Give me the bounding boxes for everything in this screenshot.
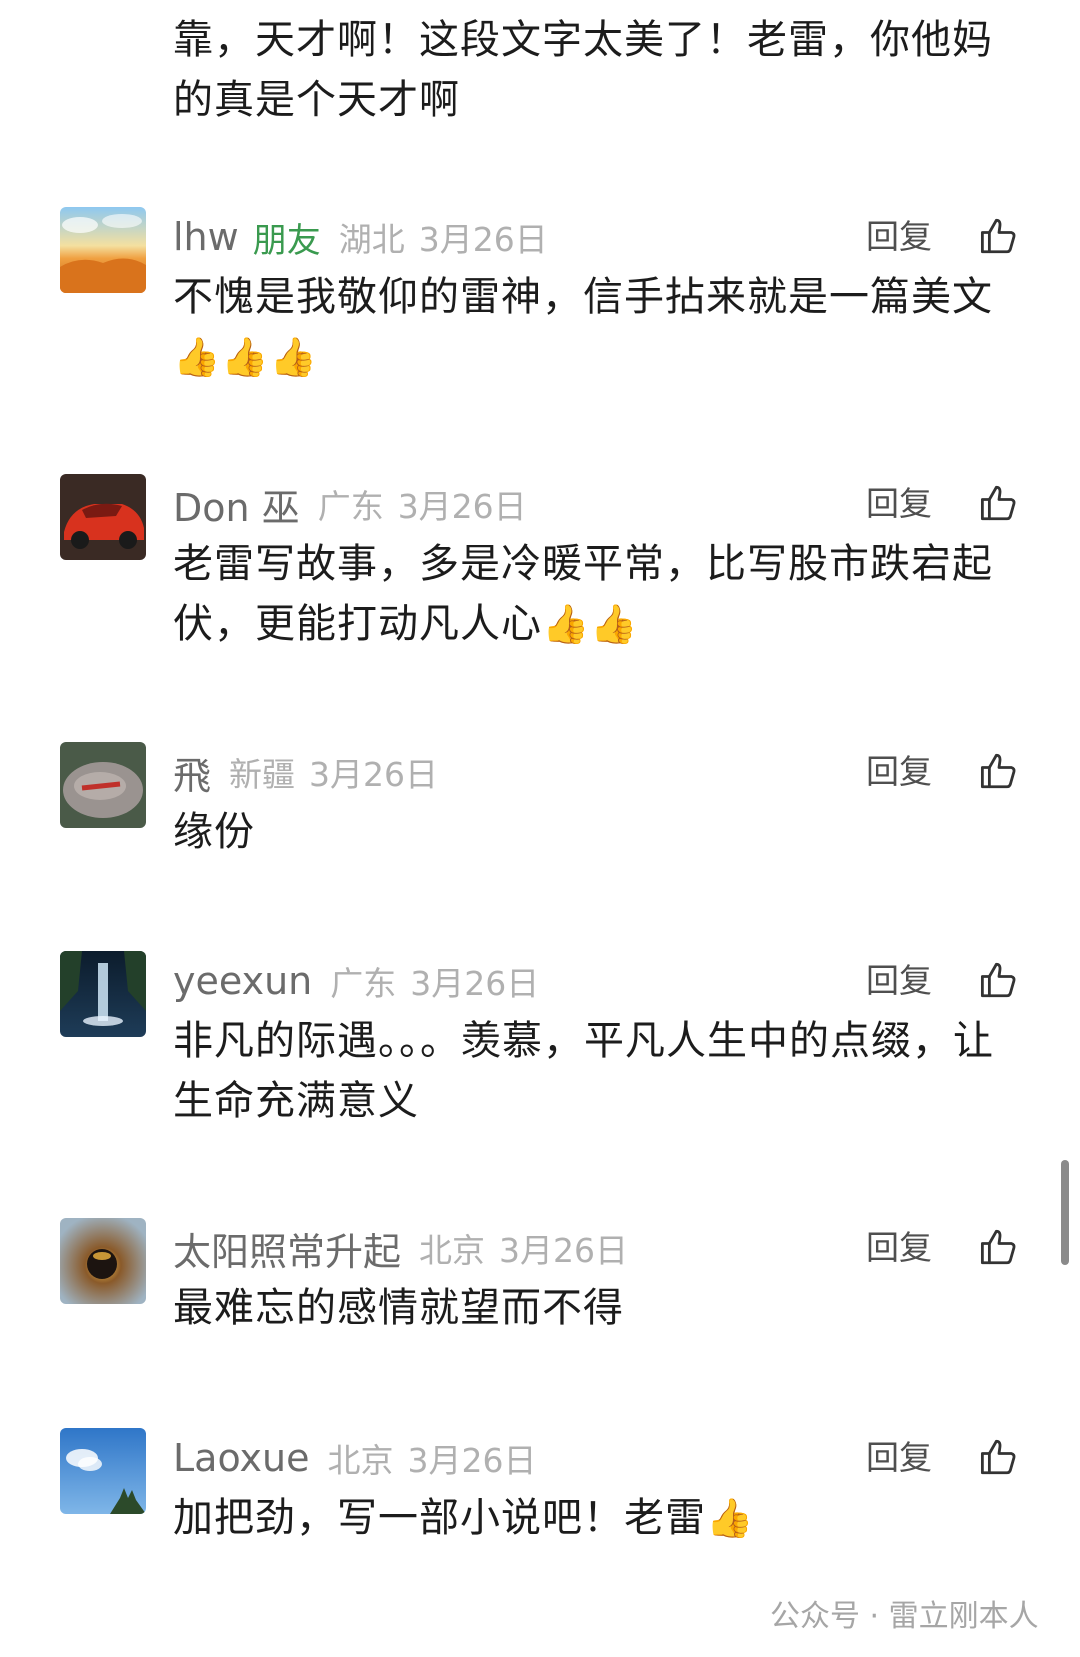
- like-button[interactable]: [978, 1226, 1020, 1268]
- like-button[interactable]: [978, 750, 1020, 792]
- avatar[interactable]: [60, 207, 146, 293]
- avatar[interactable]: [60, 742, 146, 828]
- like-button[interactable]: [978, 482, 1020, 524]
- comment-meta: yeexun 广东 3月26日: [173, 951, 539, 1011]
- reply-button[interactable]: 回复: [866, 742, 932, 802]
- reply-button[interactable]: 回复: [866, 1428, 932, 1488]
- thumbs-up-icon: [980, 485, 1016, 521]
- like-button[interactable]: [978, 959, 1020, 1001]
- comment-meta: Don 巫 广东 3月26日: [173, 474, 527, 534]
- comment-date: 3月26日: [499, 1231, 629, 1270]
- friend-tag: 朋友: [252, 220, 321, 261]
- waterfall-avatar: [60, 951, 146, 1037]
- comment-meta: Laoxue 北京 3月26日: [173, 1428, 537, 1488]
- reply-button[interactable]: 回复: [866, 1218, 932, 1278]
- like-button[interactable]: [978, 215, 1020, 257]
- avatar[interactable]: [60, 474, 146, 560]
- comment-body-text: 缘份: [173, 809, 255, 855]
- thumbs-up-icon: [980, 962, 1016, 998]
- thumbs-up-icon: [980, 1229, 1016, 1265]
- avatar[interactable]: [60, 1428, 146, 1514]
- comment-text: 缘份: [173, 802, 1003, 862]
- reply-button[interactable]: 回复: [866, 207, 932, 267]
- comment-meta: 太阳照常升起 北京 3月26日: [173, 1218, 628, 1278]
- comment-location: 新疆: [229, 755, 296, 794]
- avatar[interactable]: [60, 951, 146, 1037]
- comment-text: 最难忘的感情就望而不得: [173, 1278, 1003, 1338]
- comment-location: 广东: [317, 487, 384, 526]
- previous-comment-text: 靠，天才啊！这段文字太美了！老雷，你他妈的真是个天才啊: [173, 17, 993, 123]
- sky-avatar: [60, 1428, 146, 1514]
- comment-location: 北京: [327, 1441, 394, 1480]
- watermark: 公众号 · 雷立刚本人: [770, 1599, 1039, 1634]
- comment-location: 北京: [419, 1231, 486, 1270]
- red-car-avatar: [60, 474, 146, 560]
- comment-location: 湖北: [338, 220, 405, 259]
- commenter-name[interactable]: Don 巫: [173, 477, 300, 532]
- comment-meta: lhw 朋友 湖北 3月26日: [173, 207, 548, 267]
- comment-text: 非凡的际遇。。。羡慕，平凡人生中的点缀，让生命充满意义: [173, 1011, 1003, 1131]
- comment-meta: 飛 新疆 3月26日: [173, 742, 438, 802]
- comment-body-text: 不愧是我敬仰的雷神，信手拈来就是一篇美文: [173, 274, 993, 320]
- comment-date: 3月26日: [397, 487, 527, 526]
- comment-text: 老雷写故事，多是冷暖平常，比写股市跌宕起伏，更能打动凡人心👍👍: [173, 534, 1003, 654]
- reply-button[interactable]: 回复: [866, 951, 932, 1011]
- thumbs-emoji: 👍👍👍: [173, 335, 318, 379]
- thumbs-up-icon: [980, 1439, 1016, 1475]
- sun-avatar: [60, 1218, 146, 1304]
- reply-button[interactable]: 回复: [866, 474, 932, 534]
- commenter-name[interactable]: lhw: [173, 215, 239, 259]
- thumbs-emoji: 👍: [706, 1496, 755, 1540]
- wheat-field-avatar: [60, 207, 146, 293]
- comment-date: 3月26日: [410, 964, 540, 1003]
- thumbs-up-icon: [980, 218, 1016, 254]
- avatar[interactable]: [60, 1218, 146, 1304]
- scrollbar[interactable]: [1061, 1160, 1069, 1265]
- thumbs-up-icon: [980, 753, 1016, 789]
- comment-location: 广东: [330, 964, 397, 1003]
- commenter-name[interactable]: Laoxue: [173, 1436, 310, 1480]
- thumbs-emoji: 👍👍: [542, 602, 639, 646]
- commenter-name[interactable]: 飛: [173, 745, 211, 800]
- comment-date: 3月26日: [309, 755, 439, 794]
- commenter-name[interactable]: 太阳照常升起: [173, 1221, 401, 1276]
- comment-body-text: 非凡的际遇。。。羡慕，平凡人生中的点缀，让生命充满意义: [173, 1018, 994, 1124]
- comment-body-text: 加把劲，写一部小说吧！老雷: [173, 1495, 706, 1541]
- like-button[interactable]: [978, 1436, 1020, 1478]
- commenter-name[interactable]: yeexun: [173, 959, 312, 1003]
- comment-date: 3月26日: [407, 1441, 537, 1480]
- stone-avatar: [60, 742, 146, 828]
- comment-date: 3月26日: [418, 220, 548, 259]
- comment-body-text: 最难忘的感情就望而不得: [173, 1285, 624, 1331]
- comment-text: 加把劲，写一部小说吧！老雷👍: [173, 1488, 1003, 1548]
- comment-text: 不愧是我敬仰的雷神，信手拈来就是一篇美文 👍👍👍: [173, 267, 1003, 387]
